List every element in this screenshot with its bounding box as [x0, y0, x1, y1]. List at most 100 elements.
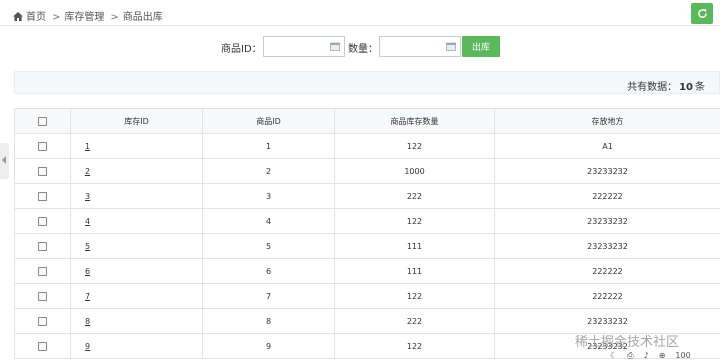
quantity-field[interactable] [379, 36, 461, 57]
quantity-cell: 122 [334, 283, 495, 309]
stock-id-cell: 3 [70, 183, 203, 209]
quantity-cell: 222 [334, 308, 495, 334]
quantity-label: 数量： [348, 44, 378, 55]
refresh-button[interactable] [691, 3, 713, 24]
row-checkbox[interactable] [38, 141, 47, 151]
record-count-suffix: 条 [695, 82, 705, 93]
table-row[interactable]: 6 6 111 222222 [14, 258, 720, 284]
column-header-stock-id[interactable]: 库存ID [70, 108, 203, 134]
stock-id-link[interactable]: 7 [85, 292, 90, 301]
row-select-cell [14, 258, 71, 284]
product-id-field[interactable] [263, 36, 345, 57]
table-row[interactable]: 2 2 1000 23233232 [14, 158, 720, 184]
stock-id-link[interactable]: 6 [85, 267, 90, 276]
breadcrumb-inventory[interactable]: 库存管理 [64, 12, 104, 23]
row-checkbox[interactable] [38, 291, 47, 301]
stock-out-button[interactable]: 出库 [462, 36, 500, 57]
row-select-cell [14, 183, 71, 209]
product-id-cell: 4 [202, 208, 335, 234]
quantity-cell: 111 [334, 233, 495, 259]
row-checkbox[interactable] [38, 191, 47, 201]
breadcrumb-separator: > [110, 12, 119, 23]
quantity-cell: 222 [334, 183, 495, 209]
column-header-location[interactable]: 存放地方 [494, 108, 720, 134]
breadcrumb-separator: > [52, 12, 61, 23]
location-cell: 23233232 [494, 233, 720, 259]
quantity-cell: 122 [334, 333, 495, 359]
stock-id-link[interactable]: 2 [85, 167, 90, 176]
table-row[interactable]: 1 1 122 A1 [14, 133, 720, 159]
row-checkbox[interactable] [38, 166, 47, 176]
stock-id-link[interactable]: 5 [85, 242, 90, 251]
location-cell: 23233232 [494, 208, 720, 234]
location-cell: A1 [494, 133, 720, 159]
product-id-cell: 5 [202, 233, 335, 259]
select-all-checkbox[interactable] [38, 116, 47, 126]
stock-id-link[interactable]: 4 [85, 217, 90, 226]
row-checkbox[interactable] [38, 316, 47, 326]
table-row[interactable]: 4 4 122 23233232 [14, 208, 720, 234]
moon-icon: ☾ [610, 351, 618, 360]
column-header-quantity[interactable]: 商品库存数量 [334, 108, 495, 134]
table-header-row: 库存ID 商品ID 商品库存数量 存放地方 [14, 108, 720, 134]
zoom-icon: ⊕ [658, 351, 666, 360]
product-id-cell: 3 [202, 183, 335, 209]
column-header-product-id[interactable]: 商品ID [202, 108, 335, 134]
stock-id-cell: 1 [70, 133, 203, 159]
row-checkbox[interactable] [38, 341, 47, 351]
table-row[interactable]: 3 3 222 222222 [14, 183, 720, 209]
row-select-cell [14, 308, 71, 334]
record-count-prefix: 共有数据： [627, 82, 678, 93]
calendar-icon [330, 42, 340, 51]
location-cell: 23233232 [494, 308, 720, 334]
table-body: 1 1 122 A1 2 2 1000 23233232 3 3 222 222222 4 4 122 232… [14, 133, 720, 359]
table-row[interactable]: 8 8 222 23233232 [14, 308, 720, 334]
product-id-cell: 9 [202, 333, 335, 359]
quantity-cell: 1000 [334, 158, 495, 184]
stock-id-cell: 6 [70, 258, 203, 284]
table-row[interactable]: 7 7 122 222222 [14, 283, 720, 309]
breadcrumb-current: 商品出库 [122, 12, 163, 23]
watermark: 稀土掘金技术社区 [575, 335, 680, 350]
location-cell: 222222 [494, 258, 720, 284]
breadcrumb-home[interactable]: 首页 [26, 12, 46, 23]
product-id-cell: 8 [202, 308, 335, 334]
stock-id-link[interactable]: 1 [85, 142, 90, 151]
calendar-icon [446, 42, 456, 51]
location-cell: 222222 [494, 183, 720, 209]
stock-id-link[interactable]: 9 [85, 342, 90, 351]
breadcrumb-bar: 首页 > 库存管理 > 商品出库 [0, 0, 720, 26]
stock-id-link[interactable]: 8 [85, 317, 90, 326]
row-checkbox[interactable] [38, 216, 47, 226]
refresh-icon [697, 9, 707, 18]
quantity-cell: 122 [334, 133, 495, 159]
row-select-cell [14, 283, 71, 309]
breadcrumb: 首页 > 库存管理 > 商品出库 [13, 8, 167, 23]
product-id-cell: 2 [202, 158, 335, 184]
table-row[interactable]: 5 5 111 23233232 [14, 233, 720, 259]
record-count-number: 10 [679, 82, 693, 93]
product-id-cell: 6 [202, 258, 335, 284]
stock-id-link[interactable]: 3 [85, 192, 90, 201]
status-strip: ☾ ⎙ ♪ ⊕ 100 [600, 351, 720, 361]
row-select-cell [14, 133, 71, 159]
search-form: 商品ID： 数量： 出库 [0, 36, 720, 58]
product-id-label: 商品ID： [221, 44, 262, 55]
row-select-cell [14, 158, 71, 184]
stock-id-cell: 7 [70, 283, 203, 309]
zoom-level: 100 [675, 351, 691, 360]
print-icon: ⎙ [627, 351, 634, 360]
row-checkbox[interactable] [38, 266, 47, 276]
location-cell: 222222 [494, 283, 720, 309]
record-count: 共有数据： 10 条 [627, 78, 705, 93]
product-id-cell: 1 [202, 133, 335, 159]
row-select-cell [14, 233, 71, 259]
row-checkbox[interactable] [38, 241, 47, 251]
stock-id-cell: 2 [70, 158, 203, 184]
sidebar-toggle[interactable] [0, 143, 9, 179]
select-all-cell [14, 108, 71, 134]
product-id-cell: 7 [202, 283, 335, 309]
home-icon [13, 12, 23, 21]
quantity-cell: 111 [334, 258, 495, 284]
location-cell: 23233232 [494, 158, 720, 184]
